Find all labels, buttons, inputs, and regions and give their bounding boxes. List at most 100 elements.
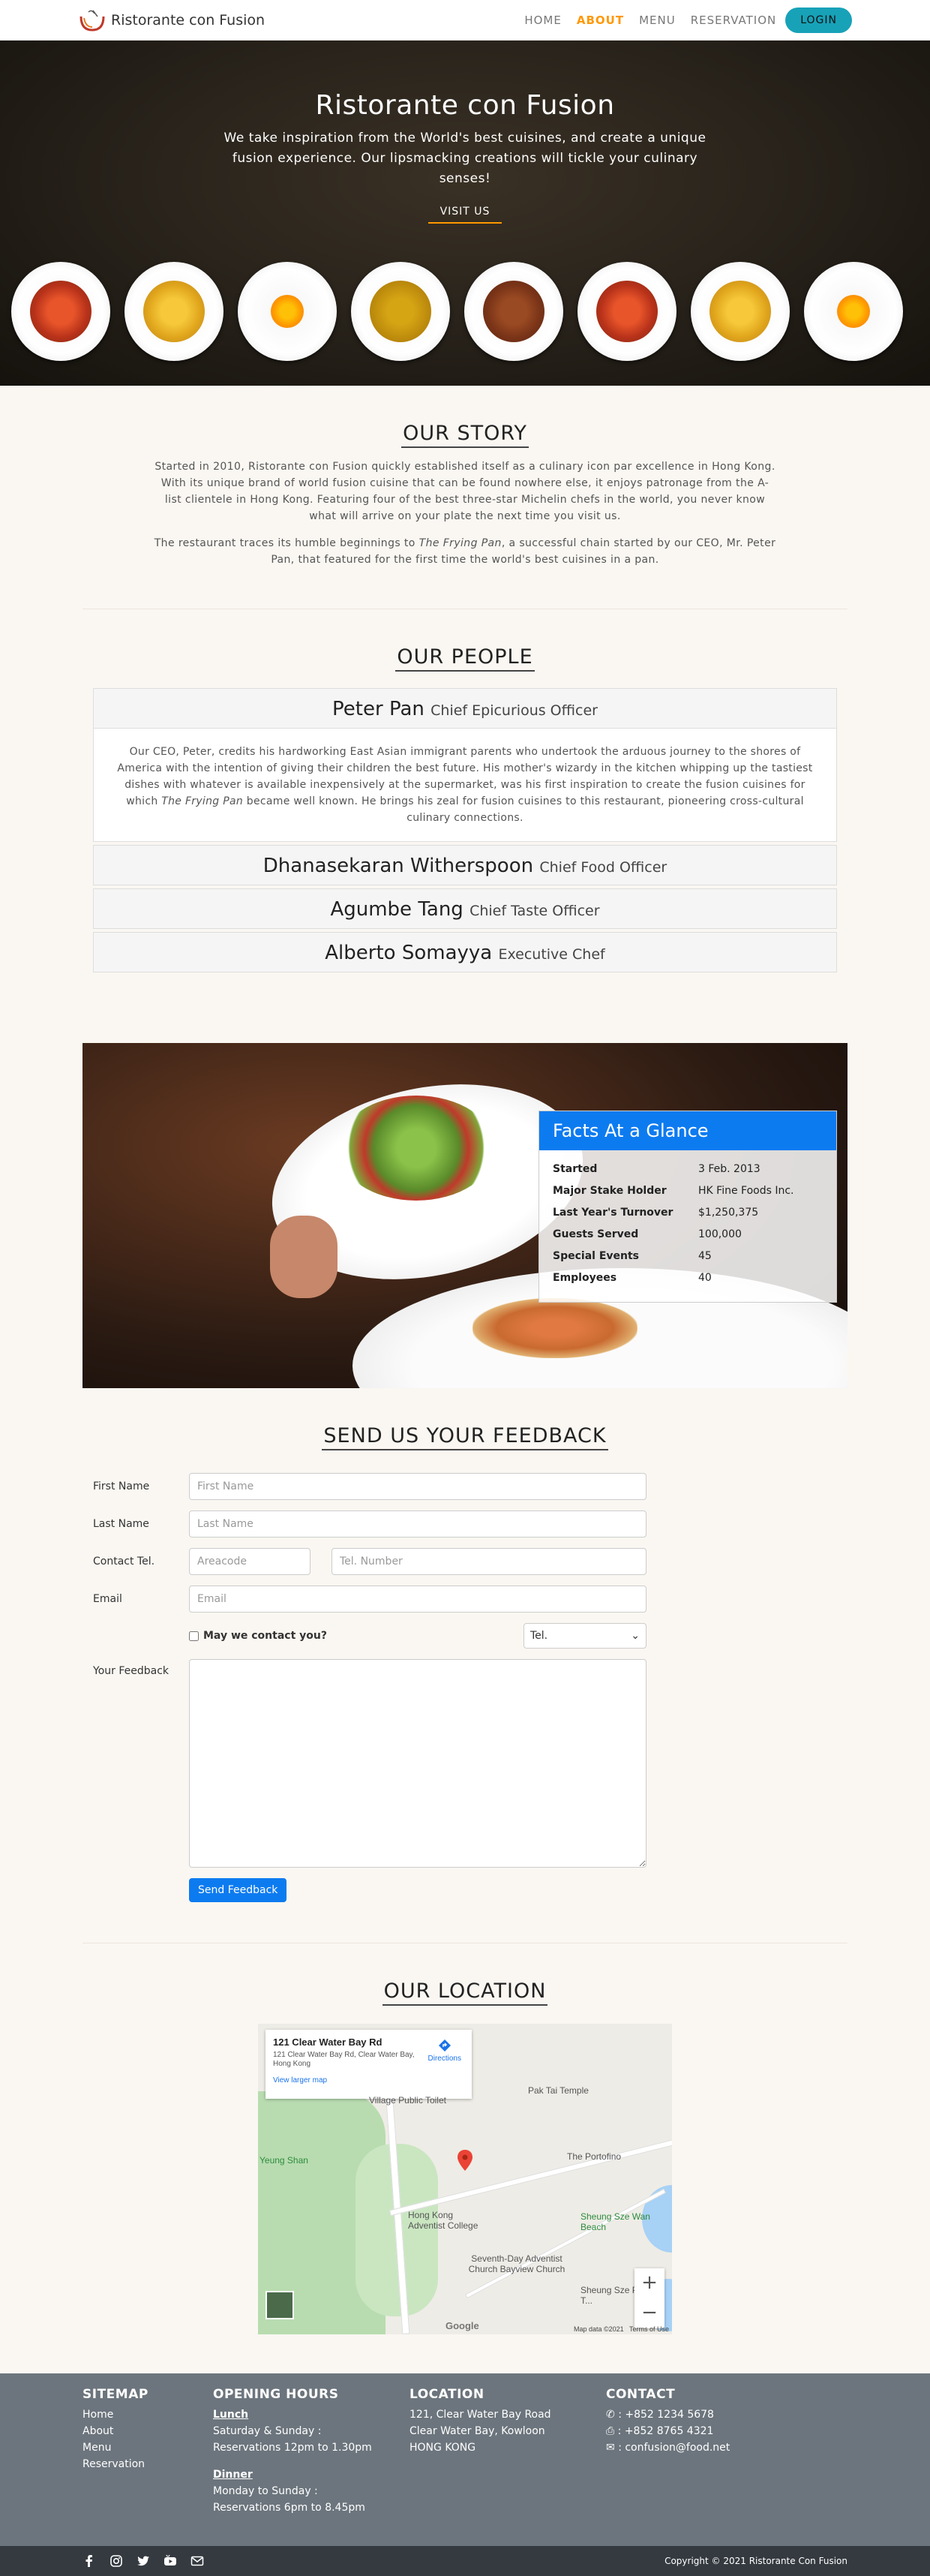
nav-links: HOME ABOUT MENU RESERVATION LOGIN — [524, 7, 852, 33]
facts-row: Special Events 45 — [553, 1249, 712, 1262]
our-people-section: OUR PEOPLE Peter Pan Chief Epicurious Of… — [0, 609, 930, 972]
map-attribution: Map data ©2021 Terms of Use — [573, 2325, 669, 2333]
dish-plate — [691, 262, 790, 361]
dish-plate — [11, 262, 110, 361]
nav-reservation[interactable]: RESERVATION — [691, 14, 777, 27]
brand[interactable]: Ristorante con Fusion — [78, 8, 265, 33]
restaurant-logo-icon — [80, 10, 105, 32]
last-name-label: Last Name — [93, 1518, 149, 1530]
map-label: Hong Kong Adventist College — [408, 2210, 478, 2231]
directions-icon — [438, 2039, 451, 2051]
fax-icon: ⎙ — [606, 2425, 615, 2437]
send-feedback-button[interactable]: Send Feedback — [189, 1878, 287, 1902]
accordion-header-alberto[interactable]: Alberto Somayya Executive Chef — [93, 932, 837, 972]
directions-button[interactable]: Directions — [428, 2039, 461, 2063]
popup-address: 121 Clear Water Bay Rd, Clear Water Bay,… — [273, 2051, 415, 2068]
contact-checkbox-label: May we contact you? — [203, 1630, 327, 1642]
facebook-icon[interactable] — [82, 2554, 96, 2568]
nav-home[interactable]: HOME — [524, 14, 562, 27]
feedback-form: First Name Last Name Contact Tel. Email … — [93, 1473, 837, 1902]
location-pin-icon[interactable] — [458, 2150, 472, 2171]
map-label: Yeung Shan — [260, 2155, 308, 2166]
accordion-header-dhanasekaran[interactable]: Dhanasekaran Witherspoon Chief Food Offi… — [93, 845, 837, 885]
lunch-days: Saturday & Sunday : — [213, 2425, 322, 2437]
hero-subtitle: We take inspiration from the World's bes… — [224, 131, 706, 186]
social-links — [82, 2554, 204, 2568]
select-value: Tel. — [530, 1630, 548, 1642]
address-line: HONG KONG — [410, 2442, 476, 2454]
dish-plate — [238, 262, 337, 361]
email-line[interactable]: ✉ : confusion@food.net — [606, 2439, 802, 2456]
section-title: OUR STORY — [0, 422, 930, 448]
envelope-icon: ✉ — [606, 2442, 615, 2454]
salad-image — [338, 1096, 495, 1201]
facts-banner: Facts At a Glance Started 3 Feb. 2013 Maj… — [82, 1043, 848, 1388]
feedback-textarea[interactable] — [189, 1659, 646, 1868]
last-name-field[interactable] — [189, 1510, 646, 1537]
nav-about[interactable]: ABOUT — [577, 14, 624, 27]
map-info-popup: 121 Clear Water Bay Rd 121 Clear Water B… — [266, 2030, 472, 2099]
nav-menu[interactable]: MENU — [639, 14, 676, 27]
accordion-header-agumbe[interactable]: Agumbe Tang Chief Taste Officer — [93, 888, 837, 929]
footer-link-home[interactable]: Home — [82, 2406, 213, 2423]
login-button[interactable]: LOGIN — [785, 7, 852, 33]
envelope-icon[interactable] — [190, 2554, 204, 2568]
lunch-label: Lunch — [213, 2409, 249, 2421]
facts-row: Employees 40 — [553, 1271, 712, 1284]
view-larger-map-link[interactable]: View larger map — [273, 2076, 464, 2085]
dish-carousel — [11, 262, 903, 361]
footer-location: LOCATION 121, Clear Water Bay Road Clear… — [410, 2387, 606, 2516]
first-name-field[interactable] — [189, 1473, 646, 1500]
instagram-icon[interactable] — [110, 2554, 123, 2568]
footer-hours: OPENING HOURS Lunch Saturday & Sunday : … — [213, 2387, 410, 2516]
email-label: Email — [93, 1593, 122, 1605]
youtube-icon[interactable] — [164, 2554, 177, 2568]
map-label: Pak Tai Temple — [528, 2085, 589, 2096]
facts-row: Major Stake Holder HK Fine Foods Inc. — [553, 1184, 794, 1197]
copyright: Copyright © 2021 Ristorante Con Fusion — [664, 2556, 848, 2566]
brand-name: Ristorante con Fusion — [111, 11, 266, 29]
footer-heading: LOCATION — [410, 2387, 484, 2402]
email-field[interactable] — [189, 1586, 646, 1613]
satellite-toggle[interactable] — [266, 2291, 294, 2319]
location-section: OUR LOCATION 121 Clear Water Bay Rd 121 … — [0, 1943, 930, 2334]
facts-table: Started 3 Feb. 2013 Major Stake Holder HK … — [539, 1150, 836, 1302]
zoom-out-button[interactable]: − — [634, 2298, 664, 2328]
accordion-header-peter[interactable]: Peter Pan Chief Epicurious Officer — [93, 688, 837, 729]
footer-link-reservation[interactable]: Reservation — [82, 2456, 213, 2472]
section-title: OUR LOCATION — [0, 1979, 930, 2006]
visit-us-button[interactable]: VISIT US — [428, 204, 502, 224]
contact-method-select[interactable]: Tel. ⌄ — [524, 1623, 646, 1649]
first-name-label: First Name — [93, 1480, 150, 1492]
zoom-in-button[interactable]: + — [634, 2268, 664, 2298]
facts-row: Guests Served 100,000 — [553, 1228, 742, 1240]
dish-plate — [804, 262, 903, 361]
footer-contact: CONTACT ✆ : +852 1234 5678 ⎙ : +852 8765… — [606, 2387, 802, 2516]
terms-link[interactable]: Terms of Use — [629, 2325, 669, 2333]
dinner-label: Dinner — [213, 2469, 253, 2481]
hero-title: Ristorante con Fusion — [315, 90, 615, 121]
feedback-section: SEND US YOUR FEEDBACK First Name Last Na… — [0, 1388, 930, 1902]
phone-icon: ✆ — [606, 2409, 615, 2421]
tel-number-field[interactable] — [332, 1548, 646, 1575]
map-embed[interactable]: 121 Clear Water Bay Rd 121 Clear Water B… — [258, 2024, 672, 2334]
footer-heading: CONTACT — [606, 2387, 676, 2402]
facts-row: Last Year's Turnover $1,250,375 — [553, 1206, 759, 1219]
twitter-icon[interactable] — [136, 2554, 150, 2568]
dinner-time: Reservations 6pm to 8.45pm — [213, 2502, 365, 2514]
dish-plate — [124, 262, 224, 361]
phone-line: ✆ : +852 1234 5678 — [606, 2409, 714, 2421]
contact-checkbox[interactable] — [189, 1631, 199, 1641]
footer-sitemap: SITEMAP Home About Menu Reservation — [82, 2387, 213, 2516]
map-label: The Portofino — [567, 2151, 622, 2162]
story-paragraph: The restaurant traces its humble beginni… — [154, 537, 776, 566]
footer-link-menu[interactable]: Menu — [82, 2439, 213, 2456]
chevron-down-icon: ⌄ — [631, 1630, 640, 1642]
address-line: Clear Water Bay, Kowloon — [410, 2425, 545, 2437]
footer-link-about[interactable]: About — [82, 2423, 213, 2439]
facts-row: Started 3 Feb. 2013 — [553, 1162, 760, 1175]
section-title: SEND US YOUR FEEDBACK — [0, 1424, 930, 1450]
people-accordion: Peter Pan Chief Epicurious Officer Our C… — [93, 688, 837, 972]
areacode-field[interactable] — [189, 1548, 310, 1575]
address-line: 121, Clear Water Bay Road — [410, 2409, 551, 2421]
